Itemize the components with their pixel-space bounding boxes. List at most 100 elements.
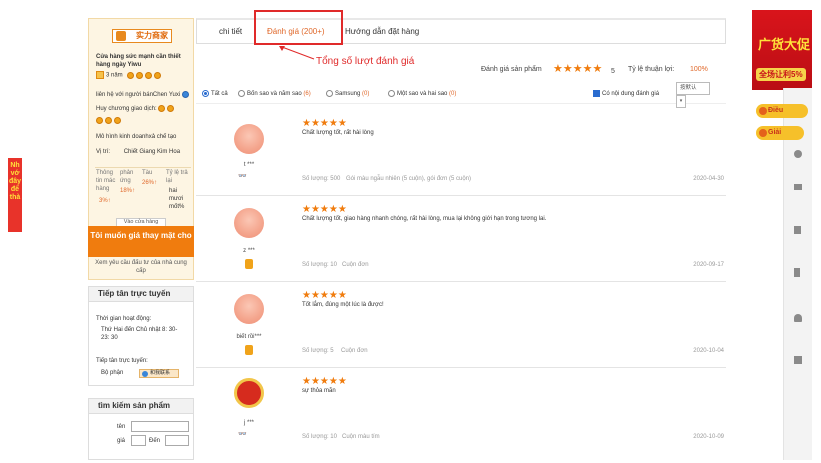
shield-icon (127, 71, 135, 79)
stats-header: Tàu (142, 170, 153, 176)
staff-label: Tiếp tân trực tuyến: (96, 358, 148, 364)
review-stars: ★★★★★ (302, 290, 347, 301)
review-variant: Cuộn màu tím (342, 434, 380, 440)
trade-medal-row: Huy chương giao dịch: (96, 105, 176, 113)
price-max-input[interactable] (165, 435, 189, 446)
review-text: sự thỏa mãn (302, 388, 336, 394)
stats-value: 3%↑ (99, 198, 111, 204)
medal-icon (158, 105, 166, 112)
radio-icon[interactable] (202, 90, 209, 97)
hours-value: Thứ Hai đến Chủ nhật 8: 30-23: 30 (101, 327, 178, 341)
chat-button-label: 和我联系 (150, 370, 171, 376)
medal-row-2 (96, 117, 123, 125)
shop-logo-text: 实力商家 (136, 31, 168, 40)
filter-samsung[interactable]: Samsung (0) (326, 90, 369, 97)
chat-contact-button[interactable]: 和我联系 (139, 369, 179, 378)
ad-line: đây (8, 178, 22, 185)
filter-samsung-label: Samsung (335, 91, 361, 98)
product-name-input[interactable] (131, 421, 189, 432)
star-icon: ★ (572, 63, 583, 75)
review-date: 2020-10-04 (693, 348, 724, 354)
department-label: Bộ phận (101, 370, 124, 376)
buyer-level-icon: 👓 (238, 431, 247, 438)
review-username: z *** (243, 248, 255, 254)
request-quote-button[interactable]: Tôi muốn giá thay mặt cho (88, 226, 194, 257)
tab-ordering-guide[interactable]: Hướng dẫn đặt hàng (345, 20, 419, 44)
review-stars: ★★★★★ (302, 118, 347, 129)
user-avatar (234, 294, 264, 324)
review-text: Chất lượng tốt, giao hàng nhanh chóng, r… (302, 216, 547, 222)
review-text: Chất lượng tốt, rất hài lòng (302, 130, 374, 136)
stats-header: Tỷ lệ trả lại (166, 170, 188, 184)
review-quantity: Số lượng: 500 (302, 176, 341, 182)
star-icon: ★★★★★ (302, 118, 347, 129)
seller-contact[interactable]: liên hệ với người bánChen Yuxi (96, 91, 191, 99)
radio-icon[interactable] (388, 90, 395, 97)
user-avatar (234, 208, 264, 238)
location-value: Chiết Giang Kim Hoa (123, 149, 181, 155)
trade-medal-label: Huy chương giao dịch: (96, 106, 157, 113)
buyer-level-icon (245, 345, 253, 355)
star-icon: ★ (592, 63, 603, 75)
promo-pill-1[interactable]: Điều (756, 104, 808, 118)
review-item: j *** 👓 ★★★★★ sự thỏa mãn Số lượng: 10 C… (196, 368, 726, 454)
years-text: 3 năm (106, 72, 123, 79)
bookmark-icon[interactable] (794, 226, 801, 234)
medal-icon (96, 117, 103, 124)
buyer-level-icon: 👓 (238, 173, 247, 180)
filter-with-content[interactable]: Có nội dung đánh giá (593, 90, 659, 97)
price-label: giá (117, 438, 126, 444)
wangwang-chat-icon[interactable] (181, 91, 189, 98)
star-icon: ★ (553, 63, 563, 75)
chevron-down-icon[interactable]: ▾ (676, 95, 686, 108)
bell-icon[interactable] (794, 314, 802, 322)
review-username: biết rồi*** (236, 334, 262, 340)
cart-icon[interactable] (794, 268, 800, 277)
document-icon[interactable] (794, 356, 802, 364)
filter-one-two-stars[interactable]: Một sao và hai sao (0) (388, 90, 456, 97)
ad-line: Nh (10, 162, 20, 169)
promo-pill-2[interactable]: Giải (756, 126, 804, 140)
filter-one-two-label: Một sao và hai sao (397, 91, 448, 98)
highlight-box (254, 10, 343, 45)
ad-line: thà (9, 194, 21, 201)
left-side-ad[interactable]: Nh vớ đây để thà (8, 158, 22, 232)
annotation-text: Tổng số lượt đánh giá (316, 56, 415, 67)
positive-rate-value: 100% (690, 66, 708, 73)
mail-icon[interactable] (794, 184, 802, 190)
filter-count: (0) (362, 91, 370, 98)
star-icon: ★★★★★ (302, 204, 347, 215)
shop-name[interactable]: Cửa hàng sức mạnh cần thiết hàng ngày Yi… (96, 53, 188, 69)
checkbox-icon[interactable] (593, 90, 600, 97)
business-model: Mô hình kinh doanhxả chế tạo (96, 134, 177, 140)
price-min-input[interactable] (131, 435, 146, 446)
supplier-request-link[interactable]: Xem yêu cầu đấu tư của nhà cung cấp (90, 259, 192, 275)
promo-banner-subtitle: 全场让利5% (756, 68, 806, 81)
review-quantity: Số lượng: 5 (302, 348, 334, 354)
filter-count: (6) (303, 91, 311, 98)
review-text: Tốt lắm, đúng một lúc là được! (302, 302, 384, 308)
stats-header: Thông tin mác hàng (96, 170, 116, 192)
location-row: Vị trí: Chiết Giang Kim Hoa (96, 148, 180, 156)
sort-select[interactable]: 按默认 (676, 82, 710, 95)
chat-icon (142, 371, 148, 377)
shop-logo[interactable]: 实力商家 (112, 29, 172, 43)
filter-with-content-label: Có nội dung đánh giá (602, 91, 660, 98)
radio-icon[interactable] (326, 90, 333, 97)
filter-four-five-stars[interactable]: Bốn sao và năm sao (6) (238, 90, 311, 97)
tab-details[interactable]: chi tiết (219, 20, 242, 44)
review-stars: ★★★★★ (302, 204, 347, 215)
radio-icon[interactable] (238, 90, 245, 97)
star-icon: ★ (562, 63, 573, 75)
promo-banner[interactable]: 广货大促 全场让利5% (752, 10, 812, 90)
help-icon[interactable] (794, 150, 802, 158)
medal-icon (114, 117, 121, 124)
review-stars: ★★★★★ (302, 376, 347, 387)
review-username: t *** (243, 162, 255, 168)
filter-all[interactable]: Tất cả (202, 90, 228, 97)
seller-contact-text: liên hệ với người bánChen Yuxi (96, 92, 181, 99)
rating-label: Đánh giá sản phẩm (481, 66, 542, 73)
divider (95, 167, 191, 168)
star-icon: ★★★★★ (302, 290, 347, 301)
location-pin-icon (759, 107, 767, 115)
